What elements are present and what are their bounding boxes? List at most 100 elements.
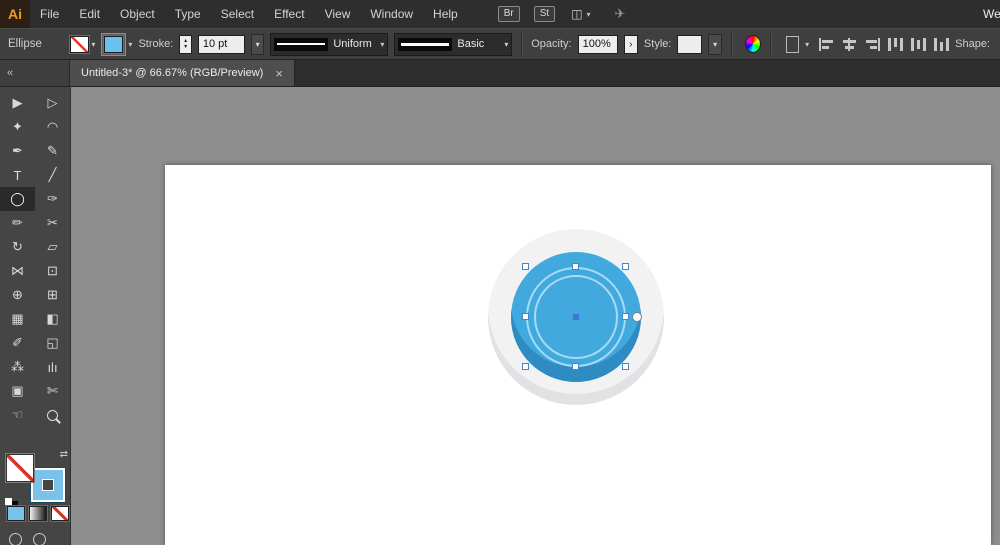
artboard-tool[interactable]: ▣ <box>0 379 35 403</box>
width-tool[interactable]: ⋈ <box>0 259 35 283</box>
type-tool[interactable]: T <box>0 163 35 187</box>
align-center-button[interactable] <box>842 38 857 51</box>
mesh-tool[interactable]: ▦ <box>0 307 35 331</box>
stroke-indicator[interactable] <box>30 467 66 503</box>
close-tab-icon[interactable]: × <box>275 67 283 80</box>
document-tab[interactable]: Untitled-3* @ 66.67% (RGB/Preview) × <box>70 60 295 86</box>
arrange-documents-icon: ◫ <box>571 7 582 21</box>
tool-icon: ⁂ <box>11 359 24 375</box>
menu-item-object[interactable]: Object <box>110 0 165 28</box>
selection-handle[interactable] <box>572 263 579 270</box>
paintbrush-tool[interactable]: ✑ <box>35 187 70 211</box>
selection-handle[interactable] <box>572 363 579 370</box>
stroke-weight-field[interactable]: 10 pt <box>198 35 245 54</box>
menu-item-help[interactable]: Help <box>423 0 468 28</box>
scissors-tool[interactable]: ✂ <box>35 211 70 235</box>
column-graph-tool[interactable]: ılı <box>35 355 70 379</box>
selection-center-point[interactable] <box>573 314 579 320</box>
selection-handle[interactable] <box>622 263 629 270</box>
tool-icon: ✑ <box>47 191 58 207</box>
menu-item-type[interactable]: Type <box>165 0 211 28</box>
eyedropper-tool[interactable]: ✐ <box>0 331 35 355</box>
drawing-mode-button[interactable] <box>9 533 22 545</box>
tool-icon: ◱ <box>46 335 58 351</box>
document-setup-icon[interactable] <box>786 36 799 53</box>
screen-mode-button[interactable] <box>33 533 46 545</box>
color-mode-buttons <box>7 506 69 521</box>
pencil-tool[interactable]: ✏ <box>0 211 35 235</box>
menu-item-file[interactable]: File <box>30 0 69 28</box>
stroke-color-control[interactable]: ▾ <box>101 33 132 56</box>
slice-tool[interactable]: ✄ <box>35 379 70 403</box>
none-mode-button[interactable] <box>51 506 69 521</box>
scale-tool[interactable]: ▱ <box>35 235 70 259</box>
magic-wand-tool[interactable]: ✦ <box>0 115 35 139</box>
live-shape-widget[interactable] <box>632 312 642 322</box>
menu-item-edit[interactable]: Edit <box>69 0 110 28</box>
direct-selection-tool[interactable]: ▷ <box>35 91 70 115</box>
pen-tool[interactable]: ✒ <box>0 139 35 163</box>
canvas-pasteboard[interactable] <box>70 86 1000 545</box>
selection-tool[interactable]: ▶ <box>0 91 35 115</box>
zoom-tool[interactable] <box>35 403 70 427</box>
selection-handle[interactable] <box>522 313 529 320</box>
collapse-panel-button[interactable]: « <box>0 60 70 86</box>
opacity-field[interactable]: 100% <box>578 35 618 54</box>
menu-item-select[interactable]: Select <box>211 0 264 28</box>
selection-handle[interactable] <box>522 363 529 370</box>
distribute-middle-button[interactable] <box>911 38 926 51</box>
chevron-down-icon[interactable]: ▾ <box>91 40 95 49</box>
graphic-style-dropdown[interactable]: ▾ <box>708 34 721 55</box>
swap-fill-stroke-icon[interactable]: ⇄ <box>60 449 68 460</box>
share-icon[interactable]: ✈ <box>615 6 626 22</box>
symbol-sprayer-tool[interactable]: ⁂ <box>0 355 35 379</box>
stroke-swatch[interactable] <box>104 36 123 53</box>
rotate-tool[interactable]: ↻ <box>0 235 35 259</box>
menu-item-window[interactable]: Window <box>360 0 423 28</box>
menu-item-effect[interactable]: Effect <box>264 0 314 28</box>
distribute-top-button[interactable] <box>888 38 903 51</box>
gradient-mode-button[interactable] <box>29 506 47 521</box>
align-left-button[interactable] <box>819 38 834 51</box>
fill-indicator[interactable] <box>6 454 34 482</box>
distribute-bottom-button[interactable] <box>934 38 949 51</box>
recolor-artwork-icon[interactable] <box>745 35 761 53</box>
selection-handle[interactable] <box>622 363 629 370</box>
stroke-weight-stepper[interactable]: ▴ ▾ <box>179 35 192 54</box>
color-mode-button[interactable] <box>7 506 25 521</box>
menu-item-view[interactable]: View <box>315 0 361 28</box>
opacity-options-button[interactable]: › <box>624 35 638 54</box>
ellipse-tool[interactable]: ◯ <box>0 187 35 211</box>
shape-label: Shape: <box>955 38 992 50</box>
fill-color-control[interactable]: ▾ <box>70 36 95 53</box>
curvature-tool[interactable]: ✎ <box>35 139 70 163</box>
stock-button[interactable]: St <box>534 6 555 22</box>
brush-definition-dropdown[interactable]: Basic ▾ <box>394 33 512 56</box>
blend-tool[interactable]: ◱ <box>35 331 70 355</box>
tool-icon: ▷ <box>48 95 58 111</box>
selection-type-label: Ellipse <box>8 38 64 50</box>
stroke-weight-dropdown[interactable]: ▾ <box>251 34 264 55</box>
width-profile-dropdown[interactable]: Uniform ▾ <box>270 33 388 56</box>
workspace-switcher[interactable]: We <box>983 0 1000 28</box>
free-transform-tool[interactable]: ⊡ <box>35 259 70 283</box>
line-segment-tool[interactable]: ╱ <box>35 163 70 187</box>
fill-swatch-none[interactable] <box>70 36 89 53</box>
step-down-icon[interactable]: ▾ <box>184 44 187 50</box>
hand-tool[interactable]: ☜ <box>0 403 35 427</box>
tool-icon: ☜ <box>12 407 24 423</box>
shape-builder-tool[interactable]: ⊕ <box>0 283 35 307</box>
lasso-tool[interactable]: ◠ <box>35 115 70 139</box>
arrange-documents-button[interactable]: ◫ ▾ <box>571 7 590 21</box>
bridge-button[interactable]: Br <box>498 6 520 22</box>
menu-bar: Ai FileEditObjectTypeSelectEffectViewWin… <box>0 0 1000 28</box>
selection-handle[interactable] <box>522 263 529 270</box>
gradient-tool[interactable]: ◧ <box>35 307 70 331</box>
chevron-down-icon[interactable]: ▾ <box>128 40 132 49</box>
selection-handle[interactable] <box>622 313 629 320</box>
align-right-button[interactable] <box>865 38 880 51</box>
style-label: Style: <box>644 38 672 50</box>
chevron-down-icon[interactable]: ▾ <box>805 40 809 49</box>
graphic-style-swatch[interactable] <box>677 35 702 54</box>
perspective-grid-tool[interactable]: ⊞ <box>35 283 70 307</box>
